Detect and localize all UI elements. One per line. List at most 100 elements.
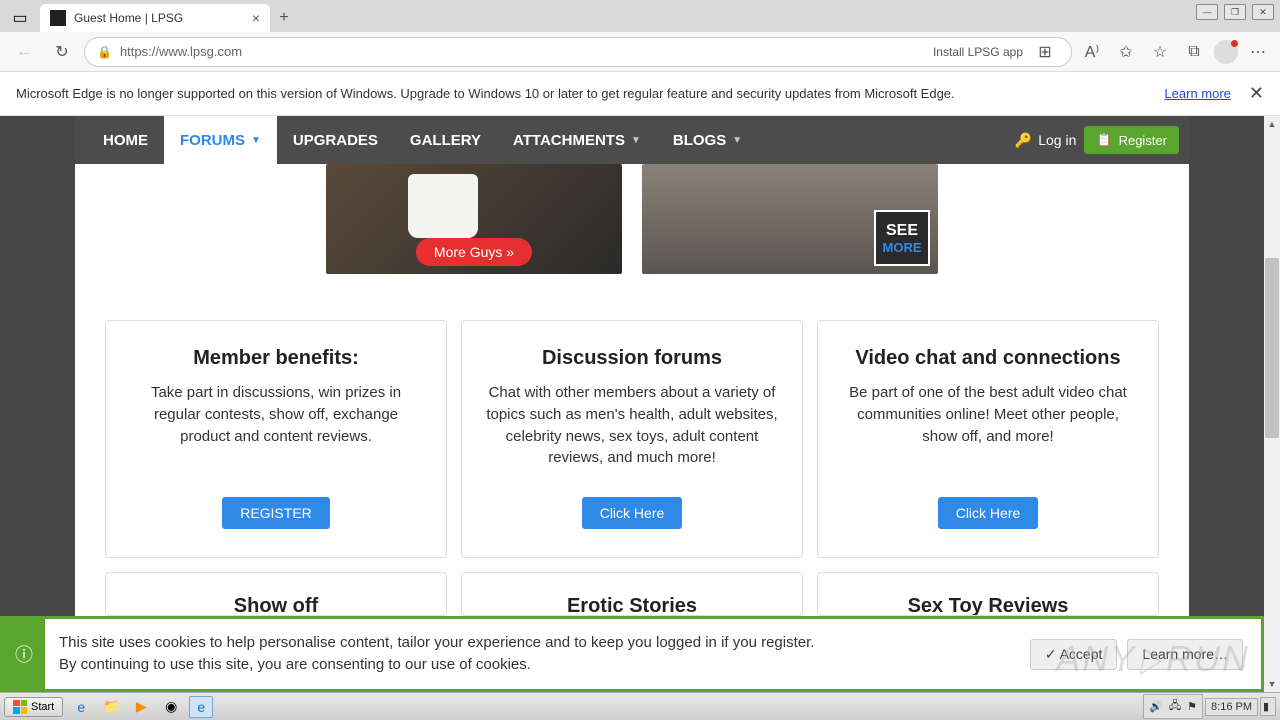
nav-upgrades[interactable]: UPGRADES <box>277 116 394 164</box>
card-discussion-forums: Discussion forums Chat with other member… <box>461 320 803 558</box>
card-erotic-stories: Erotic Stories <box>461 572 803 616</box>
learn-more-link[interactable]: Learn more <box>1164 86 1230 101</box>
close-window-button[interactable]: ✕ <box>1252 4 1274 20</box>
more-label: MORE <box>883 240 922 255</box>
browser-tab[interactable]: Guest Home | LPSG × <box>40 4 270 32</box>
infobar-close-icon[interactable]: ✕ <box>1249 83 1264 104</box>
lock-icon: 🔒 <box>97 45 112 59</box>
nav-forums[interactable]: FORUMS ▼ <box>164 116 277 164</box>
card-title: Show off <box>130 595 422 616</box>
secondary-cards-row: Show off Erotic Stories Sex Toy Reviews <box>75 572 1189 616</box>
cookie-learn-more-button[interactable]: Learn more… <box>1127 639 1243 670</box>
maximize-button[interactable]: ❐ <box>1224 4 1246 20</box>
card-title: Erotic Stories <box>486 595 778 616</box>
chevron-down-icon: ▼ <box>732 135 742 146</box>
card-body: Be part of one of the best adult video c… <box>842 382 1134 447</box>
scroll-up-arrow[interactable]: ▲ <box>1264 116 1280 132</box>
vertical-scrollbar[interactable]: ▲ ▼ <box>1264 116 1280 692</box>
windows-logo-icon <box>13 700 27 714</box>
register-label: Register <box>1119 133 1167 148</box>
mug-shape <box>408 174 478 238</box>
login-link[interactable]: 🔑 Log in <box>1015 132 1077 149</box>
card-member-benefits: Member benefits: Take part in discussion… <box>105 320 447 558</box>
read-aloud-icon[interactable]: A⁾ <box>1078 38 1106 66</box>
system-tray: 🔊 🖧 ⚑ 8:16 PM ▮ <box>1143 694 1276 719</box>
taskbar-ie-icon[interactable]: e <box>69 696 93 718</box>
volume-icon[interactable]: 🔊 <box>1149 700 1163 713</box>
taskbar-chrome-icon[interactable]: ◉ <box>159 696 183 718</box>
tab-actions-button[interactable]: ▭ <box>4 4 36 32</box>
clock[interactable]: 8:16 PM <box>1205 698 1258 716</box>
flag-icon[interactable]: ⚑ <box>1187 700 1197 713</box>
tab-title: Guest Home | LPSG <box>74 11 244 25</box>
key-icon: 🔑 <box>1015 132 1032 149</box>
menu-icon[interactable]: ⋯ <box>1244 38 1272 66</box>
card-sex-toy-reviews: Sex Toy Reviews <box>817 572 1159 616</box>
cookie-line2: By continuing to use this site, you are … <box>59 654 1016 677</box>
url-text: https://www.lpsg.com <box>120 44 925 59</box>
page-content: HOME FORUMS ▼ UPGRADES GALLERY ATTACHMENT… <box>75 116 1189 692</box>
favorites-add-icon[interactable]: ✩ <box>1112 38 1140 66</box>
nav-forums-label: FORUMS <box>180 132 245 149</box>
click-here-button[interactable]: Click Here <box>938 497 1039 529</box>
start-button[interactable]: Start <box>4 697 63 717</box>
card-title: Discussion forums <box>542 347 722 370</box>
chevron-down-icon: ▼ <box>631 135 641 146</box>
see-label: SEE <box>886 222 918 240</box>
cookie-consent-banner: ⓘ This site uses cookies to help persona… <box>0 616 1264 692</box>
benefit-cards-row: Member benefits: Take part in discussion… <box>75 274 1189 572</box>
nav-blogs-label: BLOGS <box>673 132 726 149</box>
back-button[interactable]: ← <box>8 36 40 68</box>
app-install-icon[interactable]: ⊞ <box>1031 38 1059 66</box>
click-here-button[interactable]: Click Here <box>582 497 683 529</box>
taskbar-edge-icon[interactable]: e <box>189 696 213 718</box>
collections-icon[interactable]: ⧉ <box>1180 38 1208 66</box>
info-icon: ⓘ <box>3 619 45 689</box>
more-guys-button[interactable]: More Guys » <box>416 238 532 266</box>
card-title: Sex Toy Reviews <box>842 595 1134 616</box>
network-icon[interactable]: 🖧 <box>1169 697 1181 716</box>
scrollbar-thumb[interactable] <box>1265 258 1279 438</box>
address-bar[interactable]: 🔒 https://www.lpsg.com Install LPSG app … <box>84 37 1072 67</box>
card-show-off: Show off <box>105 572 447 616</box>
refresh-button[interactable]: ↻ <box>46 36 78 68</box>
favicon-icon <box>50 10 66 26</box>
minimize-button[interactable]: — <box>1196 4 1218 20</box>
nav-gallery[interactable]: GALLERY <box>394 116 497 164</box>
nav-attachments[interactable]: ATTACHMENTS▼ <box>497 116 657 164</box>
install-app-label[interactable]: Install LPSG app <box>933 45 1023 59</box>
site-navbar: HOME FORUMS ▼ UPGRADES GALLERY ATTACHMENT… <box>75 116 1189 164</box>
chevron-down-icon: ▼ <box>251 135 261 146</box>
page-viewport: HOME FORUMS ▼ UPGRADES GALLERY ATTACHMENT… <box>0 116 1264 692</box>
card-title: Member benefits: <box>193 347 359 370</box>
taskbar-explorer-icon[interactable]: 📁 <box>99 696 123 718</box>
login-label: Log in <box>1038 132 1076 148</box>
profile-avatar[interactable] <box>1214 40 1238 64</box>
time-label: 8:16 PM <box>1211 701 1252 713</box>
register-button[interactable]: 📋 Register <box>1084 126 1179 154</box>
hero-image-2[interactable]: SEEMORE <box>642 164 938 274</box>
accept-cookies-button[interactable]: ✓ Accept <box>1030 639 1118 670</box>
tray-icons[interactable]: 🔊 🖧 ⚑ <box>1143 694 1203 719</box>
favorites-icon[interactable]: ☆ <box>1146 38 1174 66</box>
hero-image-1[interactable]: More Guys » <box>326 164 622 274</box>
windows-taskbar: Start e 📁 ▶ ◉ e 🔊 🖧 ⚑ 8:16 PM ▮ <box>0 692 1280 720</box>
clipboard-icon: 📋 <box>1096 132 1112 148</box>
infobar-text: Microsoft Edge is no longer supported on… <box>16 86 955 101</box>
taskbar-media-icon[interactable]: ▶ <box>129 696 153 718</box>
card-video-chat: Video chat and connections Be part of on… <box>817 320 1159 558</box>
window-titlebar: ▭ Guest Home | LPSG × + — ❐ ✕ <box>0 0 1280 32</box>
browser-toolbar: ← ↻ 🔒 https://www.lpsg.com Install LPSG … <box>0 32 1280 72</box>
card-body: Take part in discussions, win prizes in … <box>130 382 422 447</box>
show-desktop-button[interactable]: ▮ <box>1260 697 1276 716</box>
nav-blogs[interactable]: BLOGS ▼ <box>657 116 758 164</box>
register-card-button[interactable]: REGISTER <box>222 497 330 529</box>
nav-home[interactable]: HOME <box>87 116 164 164</box>
close-icon[interactable]: × <box>252 10 260 26</box>
see-more-badge[interactable]: SEEMORE <box>874 210 930 266</box>
hero-row: More Guys » SEEMORE <box>75 164 1189 274</box>
new-tab-button[interactable]: + <box>270 4 298 32</box>
unsupported-os-infobar: Microsoft Edge is no longer supported on… <box>0 72 1280 116</box>
window-controls: — ❐ ✕ <box>1196 4 1274 20</box>
scroll-down-arrow[interactable]: ▼ <box>1264 676 1280 692</box>
